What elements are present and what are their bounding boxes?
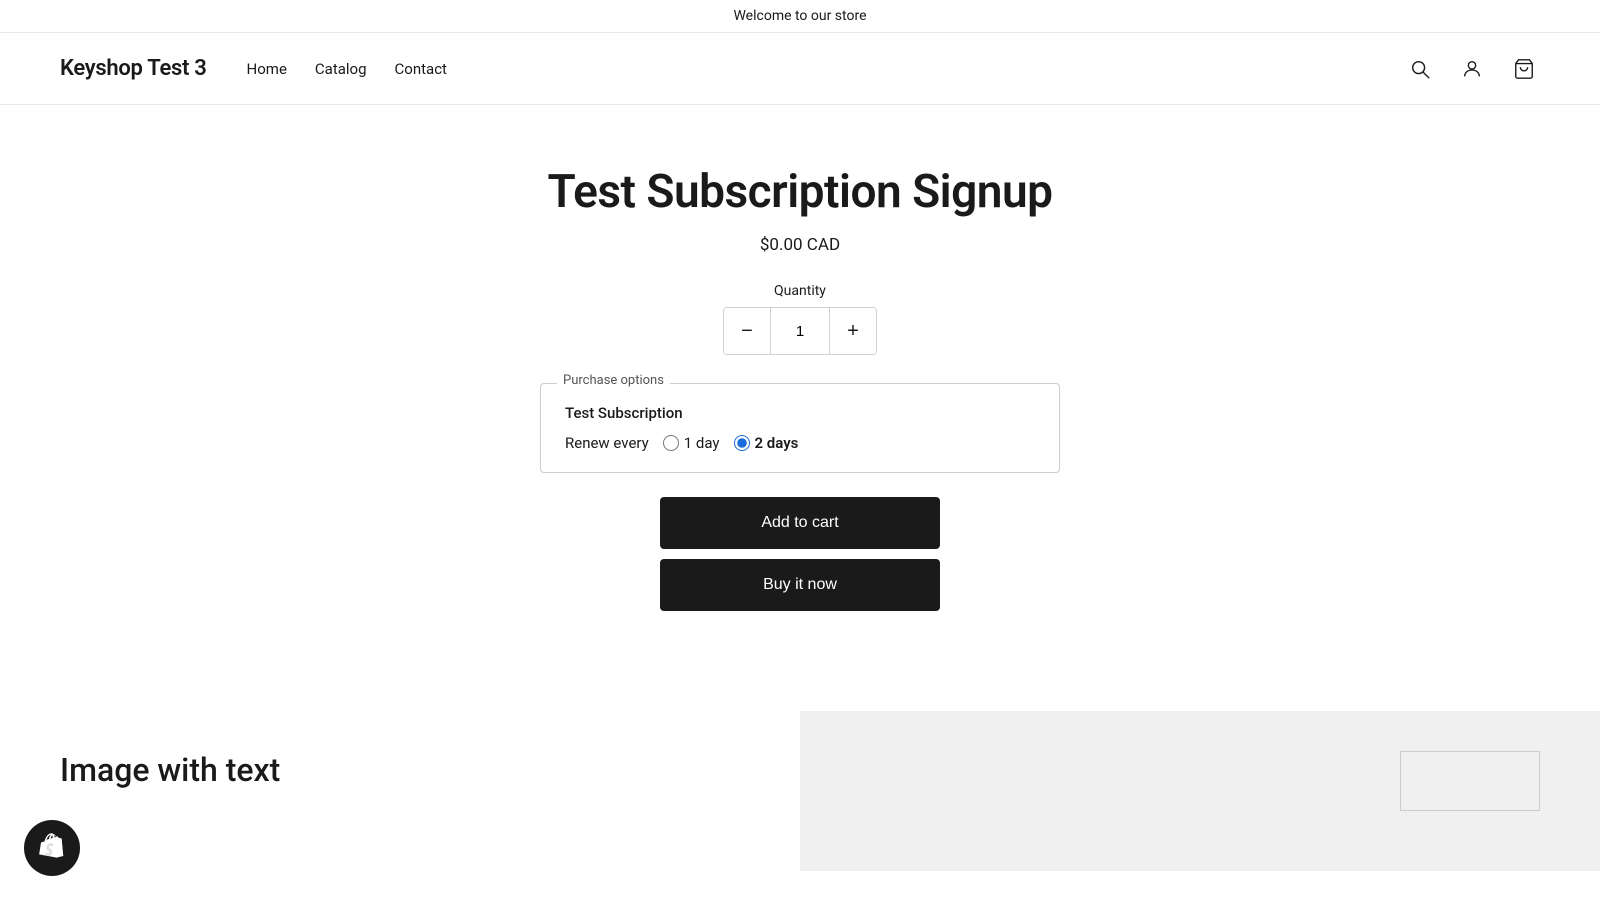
nav-contact[interactable]: Contact xyxy=(395,60,447,78)
purchase-options-box: Purchase options Test Subscription Renew… xyxy=(540,383,1060,473)
product-price: $0.00 CAD xyxy=(760,235,840,255)
announcement-text: Welcome to our store xyxy=(733,8,866,24)
nav-catalog[interactable]: Catalog xyxy=(315,60,367,78)
add-to-cart-button[interactable]: Add to cart xyxy=(660,497,940,549)
bottom-right-panel xyxy=(800,711,1600,871)
bottom-left-panel: Image with text xyxy=(0,711,800,871)
purchase-options-legend: Purchase options xyxy=(557,373,670,388)
account-icon[interactable] xyxy=(1456,53,1488,85)
quantity-input[interactable] xyxy=(770,308,830,354)
quantity-selector: − + xyxy=(723,307,877,355)
action-buttons: Add to cart Buy it now xyxy=(660,497,940,611)
header-left: Keyshop Test 3 Home Catalog Contact xyxy=(60,56,447,81)
header: Keyshop Test 3 Home Catalog Contact xyxy=(0,33,1600,105)
subscription-name: Test Subscription xyxy=(565,404,1035,422)
quantity-label: Quantity xyxy=(774,283,826,299)
main-content: Test Subscription Signup $0.00 CAD Quant… xyxy=(0,105,1600,651)
main-nav: Home Catalog Contact xyxy=(247,60,447,78)
renew-option-2days[interactable]: 2 days xyxy=(734,434,799,452)
header-icons xyxy=(1404,53,1540,85)
quantity-decrease-button[interactable]: − xyxy=(724,308,770,354)
image-with-text-title: Image with text xyxy=(60,751,740,789)
renew-label: Renew every xyxy=(565,434,649,452)
quantity-increase-button[interactable]: + xyxy=(830,308,876,354)
buy-it-now-button[interactable]: Buy it now xyxy=(660,559,940,611)
shopify-badge[interactable] xyxy=(24,820,80,876)
renew-option-1day[interactable]: 1 day xyxy=(663,434,720,452)
product-title: Test Subscription Signup xyxy=(547,165,1052,219)
renew-2days-label[interactable]: 2 days xyxy=(755,434,799,452)
renew-1day-label[interactable]: 1 day xyxy=(684,434,720,452)
bottom-right-placeholder-box xyxy=(1400,751,1540,811)
renew-options: Renew every 1 day 2 days xyxy=(565,434,1035,452)
shopify-icon xyxy=(37,833,67,863)
announcement-bar: Welcome to our store xyxy=(0,0,1600,33)
bottom-section: Image with text xyxy=(0,711,1600,871)
cart-icon[interactable] xyxy=(1508,53,1540,85)
store-name: Keyshop Test 3 xyxy=(60,56,207,81)
search-icon[interactable] xyxy=(1404,53,1436,85)
nav-home[interactable]: Home xyxy=(247,60,287,78)
